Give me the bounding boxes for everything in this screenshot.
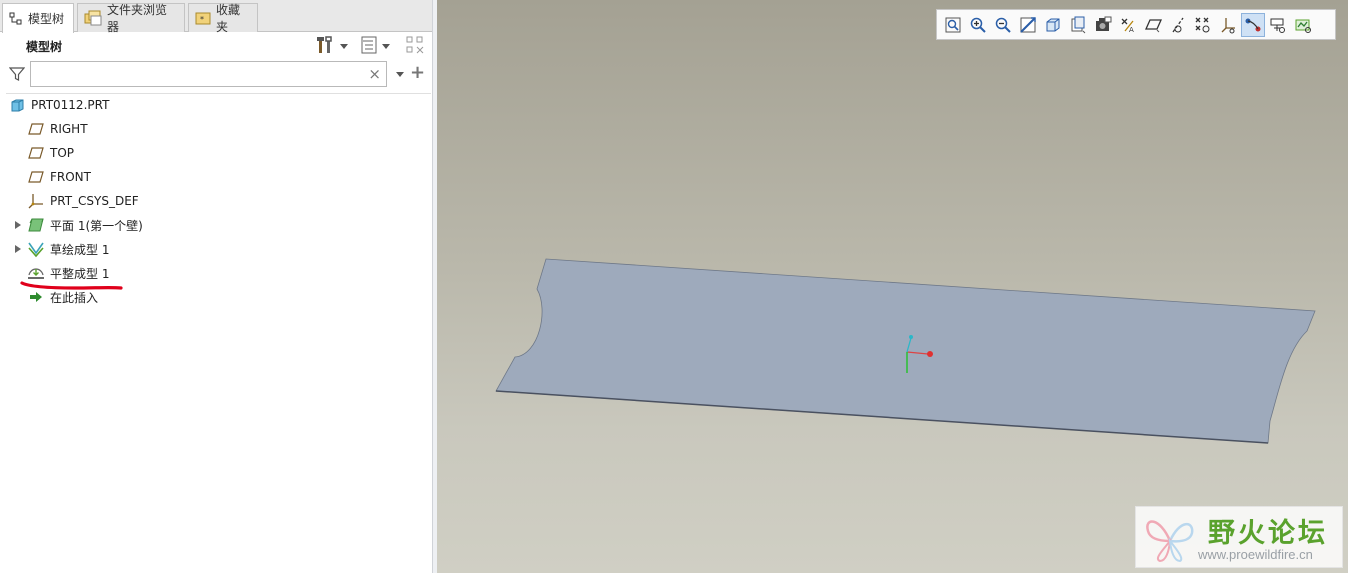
settings-menu[interactable] <box>316 35 348 58</box>
tree-item-label: 平面 1(第一个壁) <box>50 218 143 233</box>
tree-item-label: PRT0112.PRT <box>31 98 110 112</box>
plane-display-icon[interactable] <box>1141 13 1165 37</box>
tree-item-label: TOP <box>50 146 75 160</box>
expand-arrow-icon[interactable] <box>15 245 21 253</box>
annotation-display-icon[interactable]: A <box>1116 13 1140 37</box>
annotation-orientation-icon[interactable] <box>1266 13 1290 37</box>
tab-label: 文件夹浏览器 <box>107 3 168 34</box>
tree-item-label: PRT_CSYS_DEF <box>50 194 139 208</box>
panel-title: 模型树 <box>26 40 63 54</box>
chevron-down-icon <box>340 43 348 49</box>
tree-item-label: 平整成型 1 <box>50 266 110 281</box>
tree-item-label: RIGHT <box>50 122 88 136</box>
tree-item-planar-wall[interactable]: 平面 1(第一个壁) <box>27 214 143 236</box>
datum-plane-icon <box>27 120 45 138</box>
datum-plane-icon <box>27 168 45 186</box>
tab-model-tree[interactable]: 模型树 <box>2 3 74 33</box>
svg-text:*: * <box>200 15 204 24</box>
forum-watermark: 野火论坛 www.proewildfire.cn <box>1135 506 1343 568</box>
view-manager-icon[interactable] <box>1091 13 1115 37</box>
watermark-name: 野火论坛 <box>1208 518 1328 549</box>
model-tree-icon <box>9 12 23 26</box>
tree-item-part[interactable]: PRT0112.PRT <box>8 94 109 116</box>
part-icon <box>8 96 26 114</box>
tab-label: 收藏夹 <box>216 3 241 34</box>
panel-tabs: 模型树 文件夹浏览器 * 收藏夹 <box>0 0 437 34</box>
folder-browser-icon <box>84 10 102 26</box>
tree-item-front[interactable]: FRONT <box>27 166 91 188</box>
tab-label: 模型树 <box>28 12 65 26</box>
planar-wall-icon <box>27 216 45 234</box>
chevron-down-icon <box>382 43 390 49</box>
favorites-icon: * <box>195 11 211 25</box>
tree-item-label: FRONT <box>50 170 91 184</box>
tree-search-input[interactable] <box>31 62 361 86</box>
model-tree-panel: 模型树 文件夹浏览器 * 收藏夹 模型树 × + PRT0112.PRT RIG… <box>0 0 437 573</box>
show-menu[interactable] <box>360 36 390 56</box>
sketched-form-icon <box>27 240 45 258</box>
tree-item-csys[interactable]: PRT_CSYS_DEF <box>27 190 139 212</box>
tab-folder-browser[interactable]: 文件夹浏览器 <box>77 3 185 34</box>
coordinate-system-icon <box>27 192 45 210</box>
tree-view-icon <box>360 35 378 58</box>
display-style-icon[interactable] <box>1041 13 1065 37</box>
clear-search-button[interactable]: × <box>368 65 381 83</box>
filter-icon[interactable] <box>8 66 26 85</box>
sheetmetal-part-model[interactable] <box>437 0 1348 573</box>
axis-display-icon[interactable] <box>1166 13 1190 37</box>
tree-search-box[interactable]: × <box>30 61 387 87</box>
search-dropdown-chevron-icon[interactable] <box>396 72 404 77</box>
view-toolbar: A <box>936 9 1336 40</box>
tree-item-right[interactable]: RIGHT <box>27 118 88 140</box>
settings-tools-icon <box>316 35 336 58</box>
tree-item-top[interactable]: TOP <box>27 142 74 164</box>
tab-favorites[interactable]: * 收藏夹 <box>188 3 258 34</box>
tree-filter-button[interactable] <box>405 36 427 56</box>
simulation-display-icon[interactable] <box>1291 13 1315 37</box>
add-search-button[interactable]: + <box>410 63 425 83</box>
tree-filter-icon <box>405 35 427 58</box>
red-underline-annotation <box>20 281 123 290</box>
spin-center-icon[interactable] <box>1241 12 1265 37</box>
zoom-in-icon[interactable] <box>966 13 990 37</box>
datum-plane-icon <box>27 144 45 162</box>
zoom-out-icon[interactable] <box>991 13 1015 37</box>
repaint-icon[interactable] <box>1016 13 1040 37</box>
svg-text:A: A <box>1129 26 1134 34</box>
saved-orientations-icon[interactable] <box>1066 13 1090 37</box>
tree-item-sketched-form[interactable]: 草绘成型 1 <box>27 238 109 260</box>
expand-arrow-icon[interactable] <box>15 221 21 229</box>
point-display-icon[interactable] <box>1191 13 1215 37</box>
refit-icon[interactable] <box>941 13 965 37</box>
graphics-viewport[interactable]: A 野火论坛 www.proewildfire.cn <box>437 0 1348 573</box>
csys-display-icon[interactable] <box>1216 13 1240 37</box>
watermark-butterfly-logo <box>1146 520 1194 563</box>
watermark-url: www.proewildfire.cn <box>1198 547 1313 562</box>
tree-item-label: 草绘成型 1 <box>50 242 110 257</box>
